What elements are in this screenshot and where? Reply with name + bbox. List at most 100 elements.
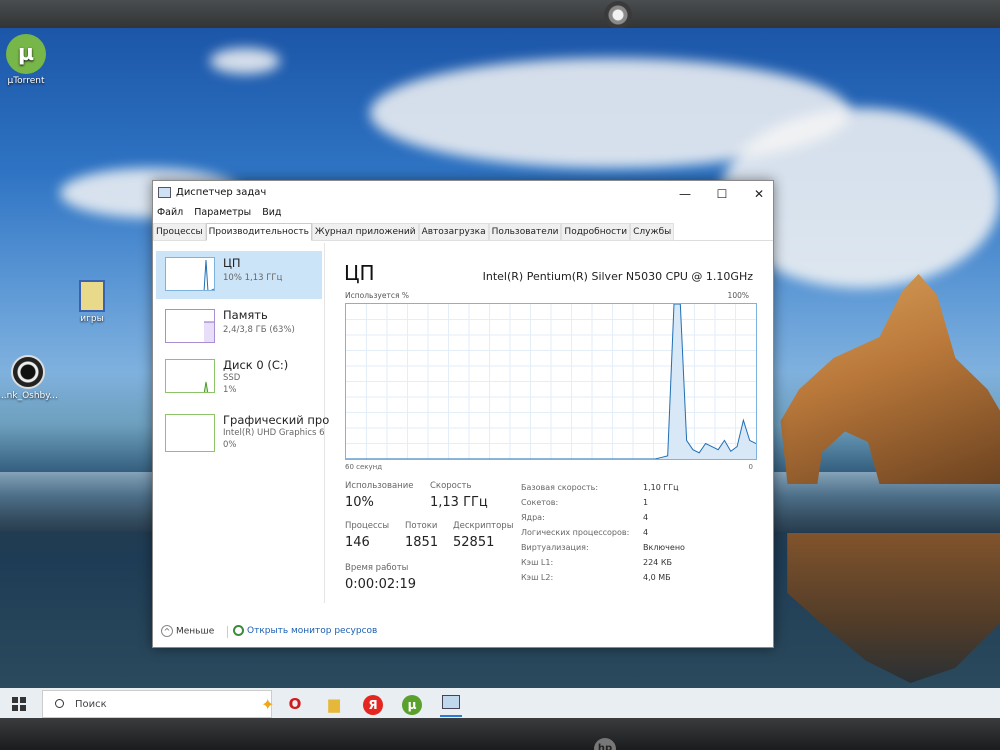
taskbar: Поиск ✦ O ▆ Я µ — [0, 688, 1000, 720]
start-button[interactable] — [12, 697, 26, 711]
taskbar-search[interactable]: Поиск ✦ — [42, 690, 274, 718]
sidebar-item-detail: 2,4/3,8 ГБ (63%) — [223, 325, 295, 335]
sidebar-item-label: Диск 0 (C:) — [223, 358, 289, 372]
cpu-model: Intel(R) Pentium(R) Silver N5030 CPU @ 1… — [482, 270, 753, 283]
rock-reflection — [787, 533, 1000, 683]
utorrent-letter: µ — [402, 695, 422, 715]
fewer-details-button[interactable]: ^ Меньше — [161, 625, 214, 637]
graph-max-label: 100% — [727, 291, 749, 300]
info-label: Виртуализация: — [521, 543, 589, 552]
task-manager-window: Диспетчер задач — ☐ ✕ Файл Параметры Вид… — [152, 180, 774, 648]
sidebar-item-label: ЦП — [223, 256, 241, 270]
sidebar-item-detail: Intel(R) UHD Graphics 6 — [223, 428, 325, 438]
info-value: 4,0 МБ — [643, 573, 671, 582]
processes-value: 146 — [345, 535, 370, 550]
graph-label: Используется % — [345, 291, 409, 300]
menu-bar: Файл Параметры Вид — [153, 207, 773, 223]
info-value: 1,10 ГГц — [643, 483, 679, 492]
resource-monitor-label: Открыть монитор ресурсов — [247, 626, 378, 636]
open-resource-monitor-link[interactable]: Открыть монитор ресурсов — [233, 625, 377, 636]
threads-value: 1851 — [405, 535, 439, 550]
search-icon — [55, 699, 64, 708]
tab-processes[interactable]: Процессы — [153, 223, 206, 241]
processes-label: Процессы — [345, 521, 390, 531]
search-highlight-icon[interactable]: ✦ — [261, 695, 274, 714]
window-title: Диспетчер задач — [176, 187, 267, 198]
memory-thumbnail-graph — [165, 309, 215, 343]
menu-file[interactable]: Файл — [157, 207, 183, 218]
desktop-icon-disc[interactable]: ...nk_Oshby... — [0, 355, 58, 401]
speed-value: 1,13 ГГц — [430, 495, 488, 510]
cloud — [210, 48, 280, 74]
windows-logo-icon — [12, 697, 18, 703]
speed-label: Скорость — [430, 481, 472, 491]
fewer-details-label: Меньше — [176, 626, 215, 637]
sidebar-item-cpu[interactable]: ЦП 10% 1,13 ГГц — [156, 251, 322, 299]
cpu-panel: ЦП Intel(R) Pentium(R) Silver N5030 CPU … — [338, 243, 763, 603]
info-value: 224 КБ — [643, 558, 672, 567]
info-label: Базовая скорость: — [521, 483, 599, 492]
graph-axis-left: 60 секунд — [345, 463, 383, 471]
sidebar-item-label: Графический про — [223, 413, 330, 427]
tab-services[interactable]: Службы — [630, 223, 675, 241]
resource-monitor-icon — [233, 625, 244, 636]
handles-value: 52851 — [453, 535, 495, 550]
desktop-icon-games[interactable]: игры — [62, 280, 122, 324]
maximize-button[interactable]: ☐ — [704, 183, 740, 205]
cpu-usage-graph-svg — [346, 303, 757, 460]
graph-axis-right: 0 — [748, 463, 753, 471]
usage-value: 10% — [345, 495, 374, 510]
tab-strip: Процессы Производительность Журнал приложе… — [153, 223, 773, 241]
usage-label: Использование — [345, 481, 414, 491]
utorrent-taskbar-icon[interactable]: µ — [395, 691, 429, 717]
sidebar-item-detail: 10% 1,13 ГГц — [223, 273, 283, 283]
tab-performance[interactable]: Производительность — [205, 223, 312, 241]
yandex-letter: Я — [363, 695, 383, 715]
tab-startup[interactable]: Автозагрузка — [418, 223, 489, 241]
uptime-label: Время работы — [345, 563, 409, 573]
tab-app-history[interactable]: Журнал приложений — [311, 223, 419, 241]
sidebar-item-detail: 1% — [223, 385, 237, 395]
rock-arch — [780, 274, 1000, 484]
sidebar-item-gpu[interactable]: Графический про Intel(R) UHD Graphics 6 … — [156, 408, 329, 456]
disk-thumbnail-graph — [165, 359, 215, 393]
info-label: Кэш L1: — [521, 558, 554, 567]
sidebar-item-memory[interactable]: Память 2,4/3,8 ГБ (63%) — [156, 303, 322, 351]
disc-image-icon — [11, 355, 45, 389]
desktop-icon-utorrent[interactable]: µ µTorrent — [0, 34, 56, 86]
minimize-button[interactable]: — — [667, 183, 703, 205]
footer-divider — [227, 626, 228, 638]
performance-sidebar: ЦП 10% 1,13 ГГц Память 2,4/3,8 ГБ (63%) … — [153, 243, 329, 603]
info-value: 1 — [643, 498, 649, 507]
task-manager-taskbar-icon[interactable] — [434, 691, 468, 717]
menu-view[interactable]: Вид — [262, 207, 281, 218]
webcam-icon — [604, 1, 632, 29]
task-manager-icon — [442, 695, 460, 709]
search-placeholder: Поиск — [75, 699, 107, 710]
close-button[interactable]: ✕ — [741, 183, 777, 205]
chevron-up-icon: ^ — [161, 625, 173, 637]
sidebar-item-disk[interactable]: Диск 0 (C:) SSD 1% — [156, 353, 322, 401]
panel-title: ЦП — [344, 261, 375, 285]
title-bar[interactable]: Диспетчер задач — ☐ ✕ — [153, 181, 773, 207]
yandex-browser-taskbar-icon[interactable]: Я — [356, 691, 390, 717]
task-manager-icon — [158, 187, 171, 198]
info-label: Кэш L2: — [521, 573, 554, 582]
info-value: Включено — [643, 543, 685, 552]
windows-logo-icon — [12, 705, 18, 711]
opera-taskbar-icon[interactable]: O — [278, 691, 312, 717]
file-explorer-taskbar-icon[interactable]: ▆ — [317, 691, 351, 717]
sidebar-item-label: Память — [223, 308, 268, 322]
info-value: 4 — [643, 528, 649, 537]
desktop-icon-label: игры — [80, 314, 104, 324]
tab-users[interactable]: Пользователи — [488, 223, 562, 241]
cpu-usage-graph — [345, 303, 757, 460]
info-value: 4 — [643, 513, 649, 522]
utorrent-icon: µ — [6, 34, 46, 74]
tab-details[interactable]: Подробности — [561, 223, 631, 241]
menu-options[interactable]: Параметры — [194, 207, 251, 218]
cpu-thumbnail-graph — [165, 257, 215, 291]
gpu-thumbnail-graph — [165, 414, 215, 452]
desktop-icon-label: µTorrent — [7, 76, 45, 86]
info-label: Ядра: — [521, 513, 545, 522]
